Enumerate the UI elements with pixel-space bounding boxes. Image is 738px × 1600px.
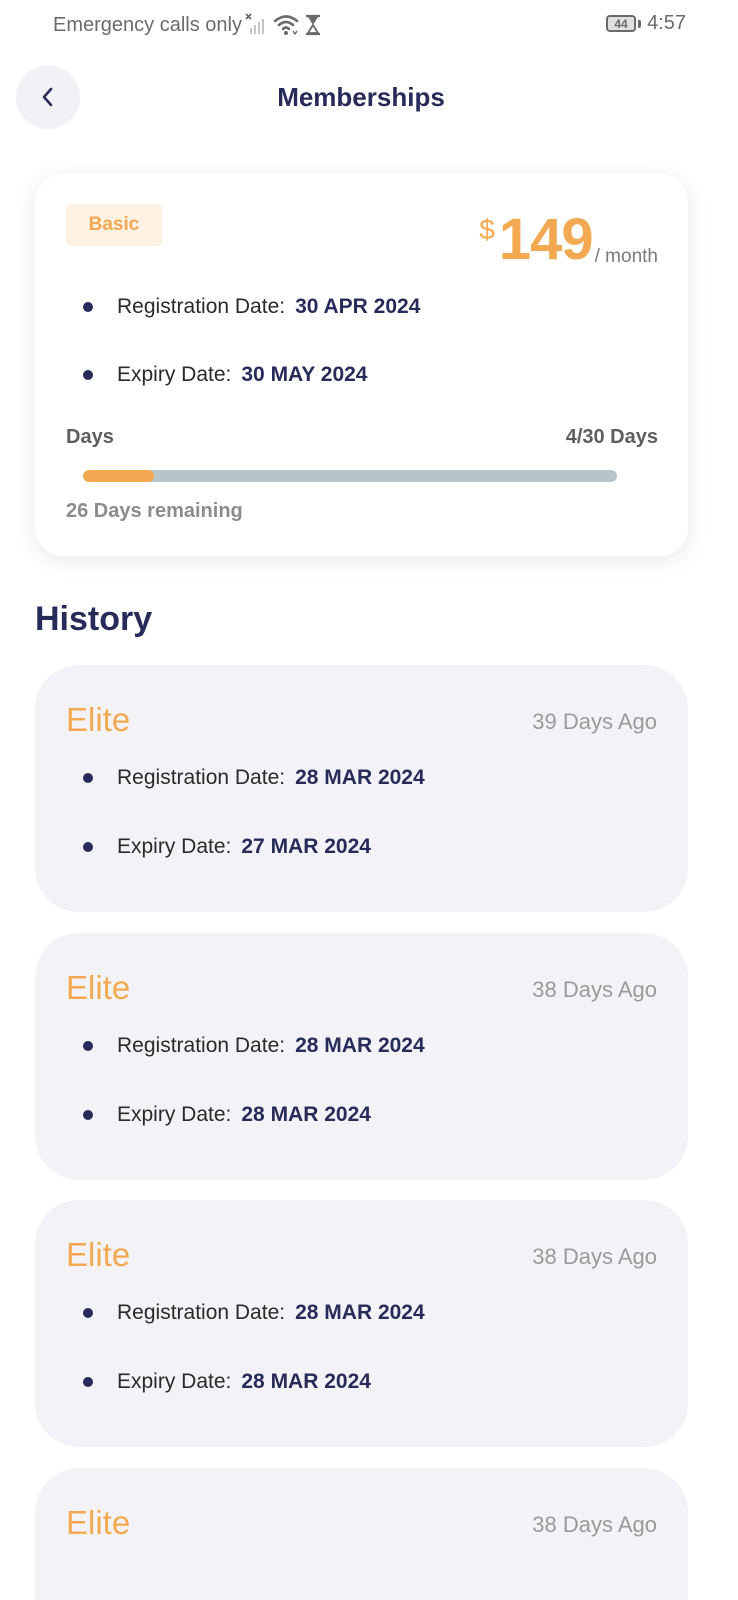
expiry-label: Expiry Date:	[117, 363, 232, 386]
clock: 4:57	[647, 12, 686, 34]
status-bar: Emergency calls only 44 4:57	[0, 0, 738, 52]
status-left: Emergency calls only	[53, 12, 322, 38]
registration-value: 28 MAR 2024	[295, 1034, 425, 1057]
history-card[interactable]: Elite 39 Days Ago Registration Date: 28 …	[35, 665, 688, 912]
days-count: 4/30 Days	[565, 426, 658, 448]
history-card[interactable]: Elite 38 Days Ago	[35, 1468, 688, 1600]
current-membership-card: Basic $ 149 / month Registration Date: 3…	[35, 174, 688, 556]
battery-icon: 44	[606, 15, 642, 32]
history-card[interactable]: Elite 38 Days Ago Registration Date: 28 …	[35, 933, 688, 1180]
bullet	[83, 1308, 93, 1318]
registration-label: Registration Date:	[117, 766, 286, 789]
expiry-label: Expiry Date:	[117, 1103, 232, 1126]
history-card[interactable]: Elite 38 Days Ago Registration Date: 28 …	[35, 1200, 688, 1447]
bullet	[83, 302, 93, 312]
registration-label: Registration Date:	[117, 295, 286, 318]
registration-row: Registration Date: 28 MAR 2024	[83, 1034, 425, 1058]
history-ago: 39 Days Ago	[532, 709, 657, 734]
no-signal-icon	[245, 13, 264, 34]
status-right: 44 4:57	[606, 12, 686, 35]
price-currency: $	[479, 214, 495, 245]
days-progress-bar	[83, 470, 617, 482]
expiry-row: Expiry Date: 28 MAR 2024	[83, 1370, 371, 1394]
bullet	[83, 370, 93, 380]
carrier-text: Emergency calls only	[53, 13, 242, 36]
price-unit: / month	[594, 246, 658, 267]
history-plan: Elite	[66, 1504, 131, 1541]
history-plan: Elite	[66, 701, 131, 738]
registration-row: Registration Date: 28 MAR 2024	[83, 1301, 425, 1325]
days-progress-fill	[83, 470, 155, 482]
registration-value: 30 APR 2024	[295, 295, 421, 318]
registration-value: 28 MAR 2024	[295, 766, 425, 789]
registration-row: Registration Date: 28 MAR 2024	[83, 766, 425, 790]
bullet	[83, 773, 93, 783]
expiry-value: 28 MAR 2024	[241, 1370, 371, 1393]
expiry-row: Expiry Date: 28 MAR 2024	[83, 1103, 371, 1127]
history-ago: 38 Days Ago	[532, 1244, 657, 1269]
bullet	[83, 1377, 93, 1387]
history-title: History	[35, 600, 153, 638]
registration-row: Registration Date: 30 APR 2024	[83, 295, 420, 319]
expiry-value: 28 MAR 2024	[241, 1103, 371, 1126]
days-remaining: 26 Days remaining	[66, 500, 243, 522]
history-ago: 38 Days Ago	[532, 977, 657, 1002]
registration-label: Registration Date:	[117, 1034, 286, 1057]
battery-level: 44	[606, 15, 637, 32]
page-title: Memberships	[277, 82, 445, 112]
bullet	[83, 1041, 93, 1051]
price: $ 149 / month	[479, 208, 658, 272]
expiry-label: Expiry Date:	[117, 1370, 232, 1393]
bullet	[83, 1110, 93, 1120]
registration-value: 28 MAR 2024	[295, 1301, 425, 1324]
days-label: Days	[66, 426, 114, 448]
expiry-label: Expiry Date:	[117, 835, 232, 858]
plan-badge: Basic	[66, 204, 162, 246]
expiry-row: Expiry Date: 30 MAY 2024	[83, 363, 367, 387]
expiry-value: 30 MAY 2024	[241, 363, 368, 386]
price-amount: 149	[498, 207, 594, 272]
expiry-value: 27 MAR 2024	[241, 835, 371, 858]
history-ago: 38 Days Ago	[532, 1512, 657, 1537]
registration-label: Registration Date:	[117, 1301, 286, 1324]
bullet	[83, 842, 93, 852]
wifi-icon	[273, 15, 299, 36]
history-plan: Elite	[66, 969, 131, 1006]
expiry-row: Expiry Date: 27 MAR 2024	[83, 835, 371, 859]
history-plan: Elite	[66, 1236, 131, 1273]
hourglass-icon	[305, 14, 320, 36]
